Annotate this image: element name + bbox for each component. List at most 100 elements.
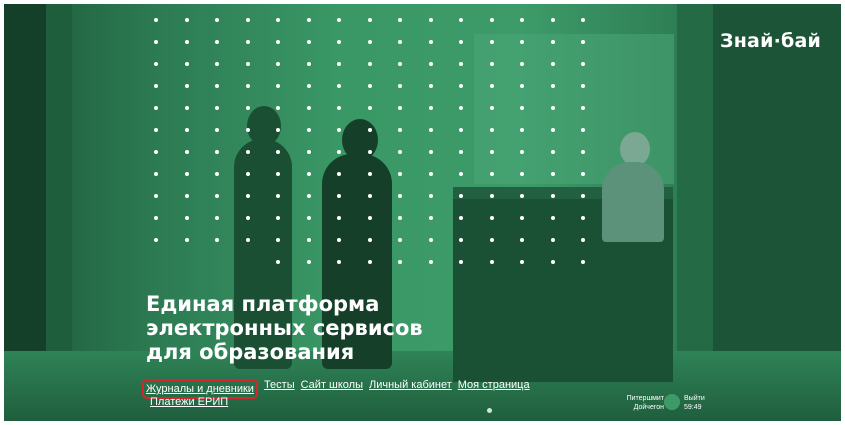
pattern-dot bbox=[245, 62, 250, 66]
pattern-dot bbox=[154, 150, 158, 154]
brand-logo[interactable]: Знай·бай bbox=[720, 30, 821, 52]
pattern-dot bbox=[215, 106, 219, 110]
nav-link-personal-cabinet[interactable]: Личный кабинет bbox=[369, 379, 452, 399]
pattern-dot bbox=[459, 194, 463, 198]
pattern-dot bbox=[398, 18, 402, 22]
pattern-dot bbox=[337, 260, 341, 264]
pattern-dot bbox=[184, 238, 189, 242]
pattern-dot bbox=[428, 172, 433, 176]
pattern-dot bbox=[276, 216, 280, 220]
pattern-dot bbox=[520, 150, 524, 154]
pattern-dot bbox=[581, 84, 585, 88]
pattern-dot bbox=[367, 40, 372, 44]
pattern-dot bbox=[489, 128, 494, 132]
services-nav-row-2: Платежи ЕРИП bbox=[150, 396, 228, 408]
pattern-dot bbox=[215, 150, 219, 154]
avatar[interactable] bbox=[664, 394, 680, 410]
pattern-dot bbox=[306, 18, 311, 22]
pattern-dot bbox=[489, 18, 494, 22]
pattern-dot bbox=[276, 150, 280, 154]
pattern-dot bbox=[367, 216, 372, 220]
pattern-dot bbox=[428, 106, 433, 110]
pattern-dot bbox=[306, 194, 311, 198]
pattern-dot bbox=[489, 84, 494, 88]
pattern-dot bbox=[581, 194, 585, 198]
nav-link-school-site[interactable]: Сайт школы bbox=[301, 379, 363, 399]
pattern-dot bbox=[550, 128, 555, 132]
pattern-dot bbox=[520, 84, 524, 88]
pattern-dot bbox=[398, 238, 402, 242]
pattern-dot bbox=[520, 40, 524, 44]
pattern-dot bbox=[489, 216, 494, 220]
pattern-dot bbox=[154, 238, 158, 242]
pattern-dot bbox=[581, 172, 585, 176]
pattern-dot bbox=[306, 238, 311, 242]
pattern-dot bbox=[520, 106, 524, 110]
pattern-dot bbox=[367, 260, 372, 264]
pattern-dot bbox=[581, 238, 585, 242]
pattern-dot bbox=[489, 172, 494, 176]
pattern-dot bbox=[306, 172, 311, 176]
pattern-dot bbox=[276, 260, 280, 264]
pattern-dot bbox=[306, 150, 311, 154]
pattern-dot bbox=[550, 18, 555, 22]
pattern-dot bbox=[398, 194, 402, 198]
carousel-indicator[interactable] bbox=[487, 408, 492, 413]
pattern-dot bbox=[245, 84, 250, 88]
pattern-dot bbox=[459, 18, 463, 22]
pattern-dot bbox=[550, 84, 555, 88]
pattern-dot bbox=[337, 18, 341, 22]
headline-line-1: Единая платформа bbox=[146, 292, 380, 316]
pattern-dot bbox=[459, 106, 463, 110]
logout-link[interactable]: Выйти bbox=[684, 394, 705, 403]
pattern-dot bbox=[581, 216, 585, 220]
pattern-dot bbox=[520, 194, 524, 198]
user-last-name: Дойчегон bbox=[633, 404, 664, 411]
pattern-dot bbox=[184, 18, 189, 22]
pattern-dot bbox=[337, 40, 341, 44]
pattern-dot bbox=[306, 62, 311, 66]
pattern-dot bbox=[215, 194, 219, 198]
pattern-dot bbox=[154, 18, 158, 22]
pattern-dot bbox=[367, 172, 372, 176]
pattern-dot bbox=[245, 40, 250, 44]
pattern-dot bbox=[184, 40, 189, 44]
pattern-dot bbox=[367, 84, 372, 88]
pattern-dot bbox=[337, 172, 341, 176]
pattern-dot bbox=[550, 216, 555, 220]
pattern-dot bbox=[428, 62, 433, 66]
pattern-dot bbox=[154, 40, 158, 44]
pattern-dot bbox=[459, 62, 463, 66]
nav-link-tests[interactable]: Тесты bbox=[264, 379, 295, 399]
nav-link-erip-payments[interactable]: Платежи ЕРИП bbox=[150, 396, 228, 408]
pattern-dot bbox=[550, 194, 555, 198]
pattern-dot bbox=[520, 216, 524, 220]
pattern-dot bbox=[428, 260, 433, 264]
pattern-dot bbox=[550, 172, 555, 176]
pattern-dot bbox=[337, 194, 341, 198]
pattern-dot bbox=[215, 238, 219, 242]
pattern-dot bbox=[337, 62, 341, 66]
pattern-dot bbox=[276, 40, 280, 44]
pattern-dot bbox=[428, 18, 433, 22]
pattern-dot bbox=[550, 150, 555, 154]
pattern-dot bbox=[581, 150, 585, 154]
pattern-dot bbox=[245, 216, 250, 220]
pattern-dot bbox=[154, 106, 158, 110]
pattern-dot bbox=[550, 106, 555, 110]
nav-link-my-page[interactable]: Моя страница bbox=[458, 379, 530, 399]
pattern-dot bbox=[184, 194, 189, 198]
pattern-dot bbox=[550, 40, 555, 44]
pattern-dot bbox=[520, 172, 524, 176]
pattern-dot bbox=[367, 18, 372, 22]
pattern-dot bbox=[337, 150, 341, 154]
pattern-dot bbox=[581, 18, 585, 22]
pattern-dot bbox=[581, 62, 585, 66]
pattern-dot bbox=[306, 40, 311, 44]
logout-block: Выйти 59:49 bbox=[684, 394, 705, 412]
pattern-dot bbox=[245, 128, 250, 132]
pattern-dot bbox=[337, 238, 341, 242]
pattern-dot bbox=[184, 106, 189, 110]
pattern-dot bbox=[245, 106, 250, 110]
pattern-dot bbox=[245, 238, 250, 242]
